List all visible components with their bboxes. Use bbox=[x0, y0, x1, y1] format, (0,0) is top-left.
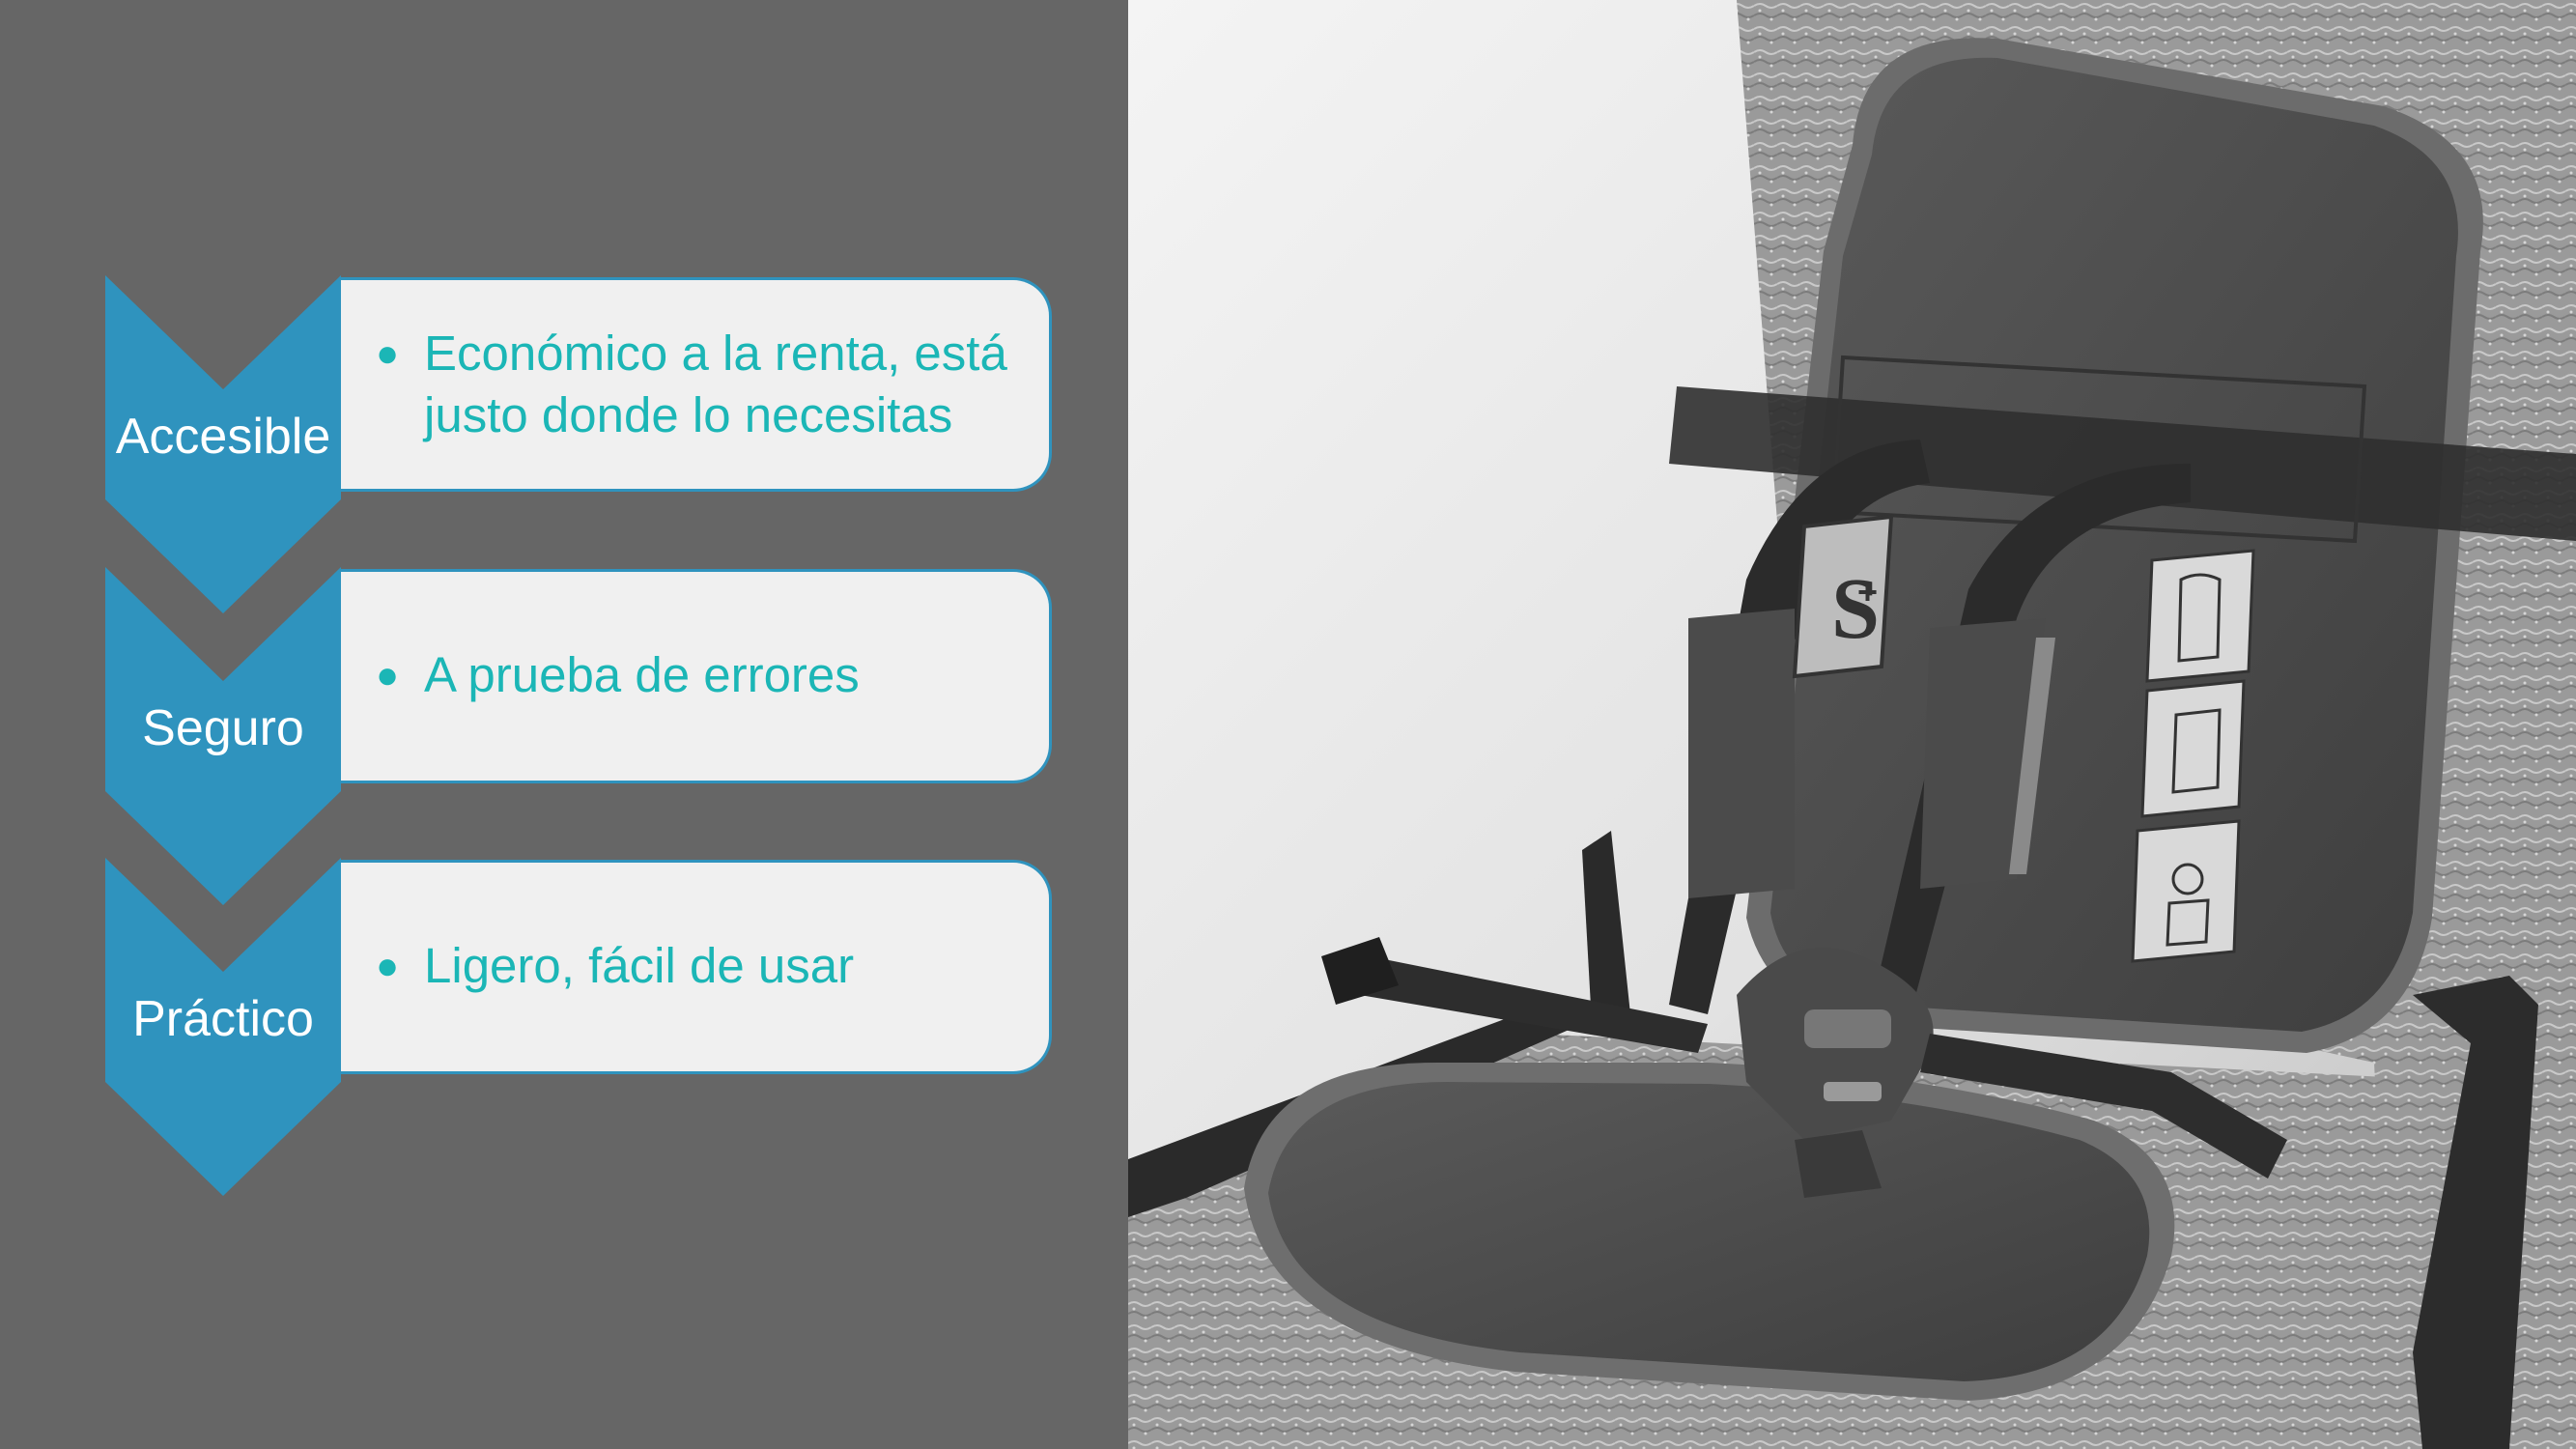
step-label-seguro: Seguro bbox=[142, 700, 304, 756]
chevron-step-3: Práctico bbox=[105, 858, 341, 1196]
car-seat-illustration: S + bbox=[1128, 0, 2576, 1449]
chevron-step-2: Seguro bbox=[105, 567, 341, 905]
card-step-3: ● Ligero, fácil de usar bbox=[341, 860, 1052, 1074]
step-label-practico: Práctico bbox=[132, 991, 314, 1047]
bullet-dot-icon: ● bbox=[376, 945, 400, 987]
left-panel: Accesible ● Económico a la renta, está j… bbox=[0, 0, 1128, 1449]
card-step-1: ● Económico a la renta, está justo donde… bbox=[341, 277, 1052, 492]
bullet-dot-icon: ● bbox=[376, 332, 400, 375]
instruction-labels bbox=[2131, 549, 2255, 963]
step-label-accesible: Accesible bbox=[115, 409, 331, 465]
chevron-step-1: Accesible bbox=[105, 275, 341, 613]
bullet-text: A prueba de errores bbox=[424, 647, 860, 702]
bullet-text: Económico a la renta, está justo donde l… bbox=[424, 326, 1007, 442]
bullet-item: ● Económico a la renta, está justo donde… bbox=[376, 323, 1026, 446]
bullet-item: ● Ligero, fácil de usar bbox=[376, 935, 1026, 997]
card-step-2: ● A prueba de errores bbox=[341, 569, 1052, 783]
bullet-dot-icon: ● bbox=[376, 654, 400, 696]
svg-text:+: + bbox=[1857, 572, 1878, 611]
bullet-item: ● A prueba de errores bbox=[376, 644, 1026, 706]
bullet-text: Ligero, fácil de usar bbox=[424, 938, 855, 993]
car-seat-photo: S + bbox=[1128, 0, 2576, 1449]
